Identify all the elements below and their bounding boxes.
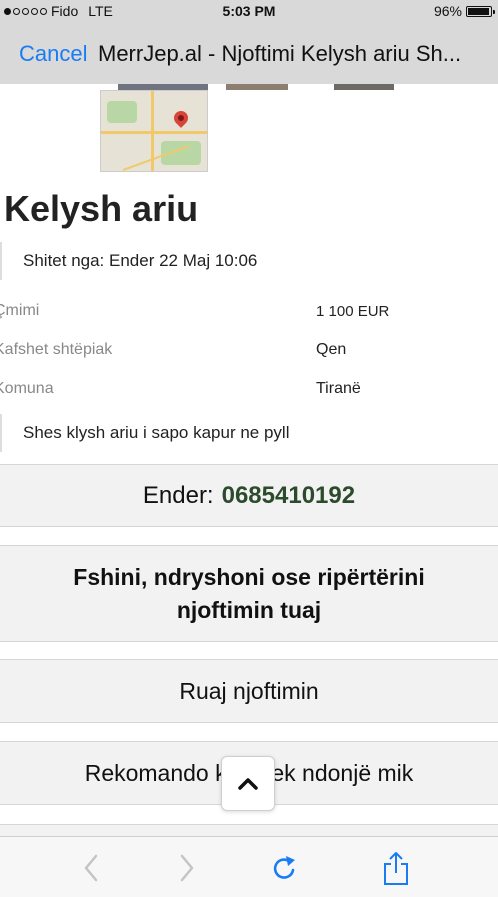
detail-value: Tiranë <box>316 380 361 397</box>
chevron-up-icon <box>238 777 258 790</box>
call-seller-button[interactable]: Ender: 0685410192 <box>0 464 498 527</box>
page-title: MerrJep.al - Njoftimi Kelysh ariu Sh... <box>98 41 462 66</box>
map-pin-icon <box>171 108 191 128</box>
contact-phone[interactable]: 0685410192 <box>222 482 355 509</box>
seller-info: Shitet nga: Ender 22 Maj 10:06 <box>0 242 257 280</box>
status-time: 5:03 PM <box>222 3 276 19</box>
navigation-bar: Cancel MerrJep.al - Njoftimi Kelysh ariu… <box>0 22 498 84</box>
share-button[interactable] <box>379 851 413 885</box>
forward-button[interactable] <box>170 851 204 885</box>
photo-thumbnail[interactable] <box>226 84 288 90</box>
ad-description: Shes klysh ariu i sapo kapur ne pyll <box>0 414 289 452</box>
status-right: 96% <box>433 3 495 19</box>
ad-title: Kelysh ariu <box>4 188 199 229</box>
reload-icon <box>273 856 295 879</box>
edit-ad-button[interactable]: Fshini, ndryshoni ose ripërtërini njofti… <box>0 545 498 642</box>
next-section-edge <box>0 824 498 836</box>
detail-label: Komuna <box>0 380 54 397</box>
detail-value: 1 100 EUR <box>316 303 390 320</box>
detail-row-price: Çmimi 1 100 EUR <box>0 296 498 335</box>
detail-row-location: Komuna Tiranë <box>0 374 498 413</box>
status-bar: Fido LTE 5:03 PM 96% <box>0 0 498 22</box>
contact-name: Ender: <box>142 482 214 509</box>
save-ad-button[interactable]: Ruaj njoftimin <box>0 659 498 723</box>
back-button[interactable] <box>74 851 108 885</box>
detail-row-category: Kafshet shtëpiak Qen <box>0 335 498 374</box>
chevron-left-icon <box>84 854 98 882</box>
edit-ad-label-line1: Fshini, ndryshoni ose ripërtërini <box>73 564 425 590</box>
location-map[interactable] <box>100 90 208 172</box>
detail-label: Çmimi <box>0 302 40 319</box>
chevron-right-icon <box>180 854 194 882</box>
edit-ad-label-line2: njoftimin tuaj <box>176 597 322 623</box>
reload-button[interactable] <box>268 851 302 885</box>
cancel-button[interactable]: Cancel <box>19 41 87 67</box>
browser-toolbar <box>0 836 498 897</box>
ad-details: Çmimi 1 100 EUR Kafshet shtëpiak Qen Kom… <box>0 296 498 413</box>
page-content[interactable]: Kelysh ariu Shitet nga: Ender 22 Maj 10:… <box>0 84 498 836</box>
detail-value: Qen <box>316 341 347 358</box>
battery-icon <box>466 5 495 17</box>
scroll-to-top-button[interactable] <box>221 756 275 811</box>
detail-label: Kafshet shtëpiak <box>0 341 113 358</box>
battery-percent: 96% <box>433 3 462 19</box>
share-icon <box>384 852 408 885</box>
photo-thumbnail[interactable] <box>334 84 394 90</box>
